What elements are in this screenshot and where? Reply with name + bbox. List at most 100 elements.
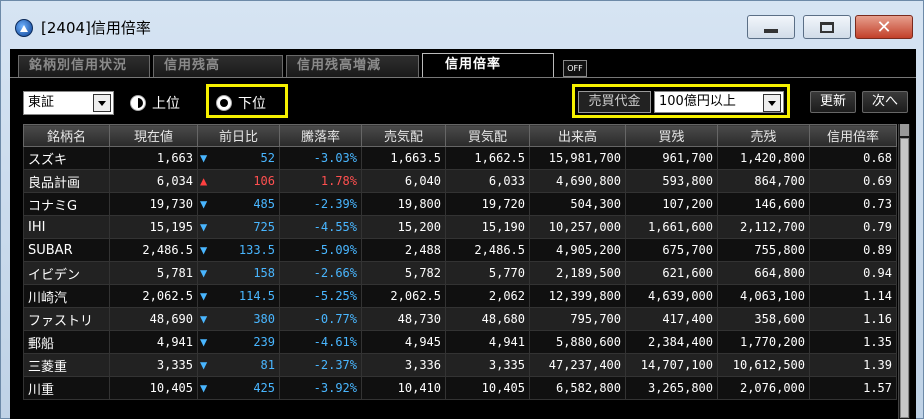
cell-price: 2,062.5 — [109, 284, 198, 308]
refresh-button[interactable]: 更新 — [810, 91, 856, 113]
cell-ask: 15,200 — [361, 215, 446, 239]
col-header-ask[interactable]: 売気配 — [361, 124, 446, 147]
cell-name: イビデン — [23, 261, 110, 285]
cell-buy-bal: 1,661,600 — [625, 215, 718, 239]
cell-change: ▼ 114.5 — [197, 284, 280, 308]
col-header-sell-balance[interactable]: 売残 — [717, 124, 810, 147]
col-header-volume[interactable]: 出来高 — [529, 124, 626, 147]
radio-bottom-label: 下位 — [238, 96, 266, 112]
cell-ratio: 0.73 — [809, 192, 897, 216]
maximize-icon — [820, 21, 834, 33]
cell-volume: 47,237,400 — [529, 353, 626, 377]
cell-bid: 19,720 — [445, 192, 530, 216]
close-button[interactable]: ✕ — [855, 15, 913, 39]
radio-bottom-icon[interactable] — [216, 95, 232, 111]
table-row[interactable]: 良品計画 6,034 ▲ 106 1.78% 6,040 6,033 4,690,800 593… — [23, 169, 897, 193]
triangle-down-icon: ▼ — [200, 151, 208, 165]
chevron-down-icon[interactable] — [93, 94, 111, 112]
col-header-name[interactable]: 銘柄名 — [23, 124, 110, 147]
col-header-rate[interactable]: 騰落率 — [279, 124, 362, 147]
cell-change: ▼ 380 — [197, 307, 280, 331]
col-header-change[interactable]: 前日比 — [197, 124, 280, 147]
cell-change: ▼ 239 — [197, 330, 280, 354]
change-value: 725 — [253, 220, 275, 234]
change-value: 485 — [253, 197, 275, 211]
change-value: 106 — [253, 174, 275, 188]
cell-volume: 4,690,800 — [529, 169, 626, 193]
table-row[interactable]: 川重 10,405 ▼ 425 -3.92% 10,410 10,405 6,582,800 3… — [23, 376, 897, 400]
table-row[interactable]: IHI 15,195 ▼ 725 -4.55% 15,200 15,190 10,257,00… — [23, 215, 897, 239]
cell-buy-bal: 593,800 — [625, 169, 718, 193]
cell-volume: 10,257,000 — [529, 215, 626, 239]
minimize-icon — [764, 29, 778, 33]
app-logo-icon — [15, 19, 33, 37]
vertical-scrollbar[interactable] — [898, 124, 910, 419]
cell-ask: 3,336 — [361, 353, 446, 377]
cell-name: IHI — [23, 215, 110, 239]
col-header-price[interactable]: 現在値 — [109, 124, 198, 147]
cell-rate: 1.78% — [279, 169, 362, 193]
radio-top-icon[interactable] — [130, 95, 146, 111]
cell-change: ▼ 485 — [197, 192, 280, 216]
scrollbar-thumb[interactable] — [900, 138, 909, 418]
cell-bid: 48,680 — [445, 307, 530, 331]
table-row[interactable]: コナミG 19,730 ▼ 485 -2.39% 19,800 19,720 504,300 1… — [23, 192, 897, 216]
change-value: 239 — [253, 335, 275, 349]
cell-volume: 6,582,800 — [529, 376, 626, 400]
col-header-buy-balance[interactable]: 買残 — [625, 124, 718, 147]
cell-sell-bal: 664,800 — [717, 261, 810, 285]
radio-top[interactable]: 上位 — [130, 93, 180, 113]
change-value: 425 — [253, 381, 275, 395]
cell-rate: -3.92% — [279, 376, 362, 400]
cell-rate: -2.66% — [279, 261, 362, 285]
col-header-margin-ratio[interactable]: 信用倍率 — [809, 124, 897, 147]
cell-volume: 504,300 — [529, 192, 626, 216]
table-row[interactable]: 郵船 4,941 ▼ 239 -4.61% 4,945 4,941 5,880,600 2,38… — [23, 330, 897, 354]
cell-price: 15,195 — [109, 215, 198, 239]
cell-name: 良品計画 — [23, 169, 110, 193]
scroll-up-icon[interactable] — [900, 124, 909, 136]
triangle-down-icon: ▼ — [200, 220, 208, 234]
cell-rate: -2.37% — [279, 353, 362, 377]
cell-bid: 1,662.5 — [445, 146, 530, 170]
title-bar[interactable]: [2404]信用倍率 ✕ — [1, 1, 923, 49]
cell-sell-bal: 146,600 — [717, 192, 810, 216]
next-button[interactable]: 次へ — [862, 91, 908, 113]
table-row[interactable]: 三菱重 3,335 ▼ 81 -2.37% 3,336 3,335 47,237,400 14,… — [23, 353, 897, 377]
maximize-button[interactable] — [803, 15, 851, 39]
close-icon: ✕ — [876, 16, 892, 38]
cell-bid: 15,190 — [445, 215, 530, 239]
window-title: [2404]信用倍率 — [41, 19, 151, 37]
cell-rate: -2.39% — [279, 192, 362, 216]
table-row[interactable]: 川崎汽 2,062.5 ▼ 114.5 -5.25% 2,062.5 2,062 12,399… — [23, 284, 897, 308]
radio-top-label: 上位 — [152, 96, 180, 112]
col-header-bid[interactable]: 買気配 — [445, 124, 530, 147]
triangle-down-icon: ▼ — [200, 381, 208, 395]
turnover-select[interactable]: 100億円以上 — [654, 91, 784, 113]
table-row[interactable]: イビデン 5,781 ▼ 158 -2.66% 5,782 5,770 2,189,500 62… — [23, 261, 897, 285]
chevron-down-icon[interactable] — [763, 94, 781, 112]
tab-margin-status[interactable]: 銘柄別信用状況 — [18, 55, 150, 77]
cell-ratio: 1.35 — [809, 330, 897, 354]
table-row[interactable]: ファストリ 48,690 ▼ 380 -0.77% 48,730 48,680 795,700… — [23, 307, 897, 331]
minimize-button[interactable] — [747, 15, 795, 39]
tab-margin-ratio[interactable]: 信用倍率 — [422, 53, 554, 77]
radio-bottom[interactable]: 下位 — [216, 93, 266, 113]
market-select[interactable]: 東証 — [23, 91, 114, 115]
table-row[interactable]: スズキ 1,663 ▼ 52 -3.03% 1,663.5 1,662.5 15,981,70… — [23, 146, 897, 170]
off-toggle-button[interactable]: OFF — [563, 60, 587, 77]
cell-name: ファストリ — [23, 307, 110, 331]
cell-volume: 795,700 — [529, 307, 626, 331]
cell-name: 郵船 — [23, 330, 110, 354]
cell-buy-bal: 14,707,100 — [625, 353, 718, 377]
cell-ask: 10,410 — [361, 376, 446, 400]
cell-name: 三菱重 — [23, 353, 110, 377]
cell-sell-bal: 2,076,000 — [717, 376, 810, 400]
cell-volume: 15,981,700 — [529, 146, 626, 170]
cell-ask: 6,040 — [361, 169, 446, 193]
tab-margin-balance-change[interactable]: 信用残高増減 — [286, 55, 419, 77]
cell-name: コナミG — [23, 192, 110, 216]
cell-sell-bal: 2,112,700 — [717, 215, 810, 239]
tab-margin-balance[interactable]: 信用残高 — [153, 55, 283, 77]
table-row[interactable]: SUBAR 2,486.5 ▼ 133.5 -5.09% 2,488 2,486.5 4,90… — [23, 238, 897, 262]
